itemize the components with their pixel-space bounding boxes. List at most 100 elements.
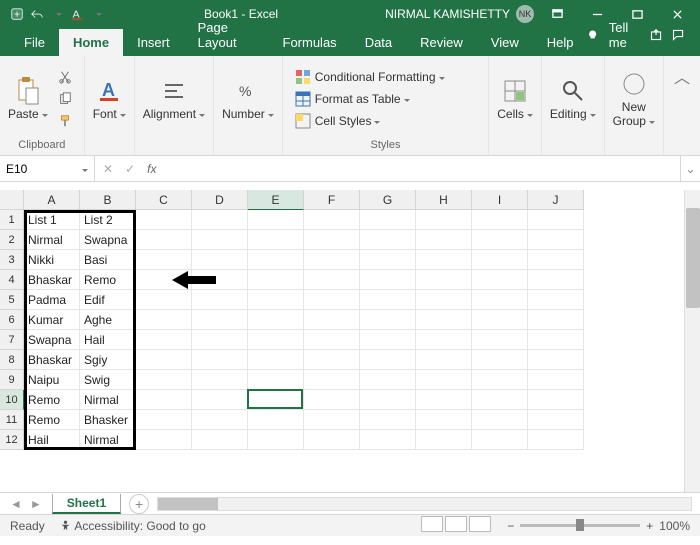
font-button[interactable]: A Font <box>93 77 126 121</box>
editing-button[interactable]: Editing <box>550 77 596 121</box>
cell[interactable] <box>528 230 584 250</box>
tab-view[interactable]: View <box>477 29 533 56</box>
cell[interactable] <box>360 270 416 290</box>
cell[interactable] <box>136 430 192 450</box>
cell[interactable] <box>192 250 248 270</box>
cell[interactable] <box>192 410 248 430</box>
cell[interactable] <box>416 230 472 250</box>
cell[interactable]: Bhaskar <box>24 350 80 370</box>
horizontal-scrollbar[interactable] <box>157 497 692 511</box>
cell[interactable] <box>360 310 416 330</box>
tab-insert[interactable]: Insert <box>123 29 184 56</box>
col-header-J[interactable]: J <box>528 190 584 210</box>
cell[interactable] <box>472 290 528 310</box>
cell[interactable] <box>416 330 472 350</box>
cell[interactable] <box>360 250 416 270</box>
cell[interactable] <box>416 390 472 410</box>
format-as-table-button[interactable]: Format as Table <box>291 89 480 109</box>
cell[interactable] <box>248 310 304 330</box>
cell[interactable] <box>192 370 248 390</box>
cell[interactable]: Remo <box>80 270 136 290</box>
cell[interactable] <box>528 390 584 410</box>
cell[interactable] <box>416 430 472 450</box>
cell[interactable] <box>304 350 360 370</box>
cell[interactable] <box>248 390 304 410</box>
cell[interactable]: Remo <box>24 390 80 410</box>
cell[interactable]: Basi <box>80 250 136 270</box>
cell[interactable] <box>472 210 528 230</box>
col-header-I[interactable]: I <box>472 190 528 210</box>
cell[interactable] <box>472 390 528 410</box>
zoom-control[interactable]: − + 100% <box>507 519 690 533</box>
cell[interactable] <box>136 310 192 330</box>
cell[interactable] <box>304 410 360 430</box>
cell[interactable] <box>248 270 304 290</box>
cell[interactable] <box>472 430 528 450</box>
tab-help[interactable]: Help <box>533 29 588 56</box>
cell[interactable] <box>136 230 192 250</box>
cell[interactable] <box>304 210 360 230</box>
cell[interactable] <box>248 350 304 370</box>
cell[interactable] <box>360 330 416 350</box>
cell[interactable] <box>528 290 584 310</box>
cell[interactable] <box>136 370 192 390</box>
col-header-F[interactable]: F <box>304 190 360 210</box>
name-box-input[interactable] <box>6 162 66 176</box>
cell[interactable] <box>304 290 360 310</box>
sheet-nav-prev-icon[interactable]: ◄ <box>10 497 22 511</box>
cell[interactable] <box>528 250 584 270</box>
cell[interactable] <box>304 270 360 290</box>
fx-icon[interactable]: fx <box>147 162 156 176</box>
cell[interactable] <box>304 250 360 270</box>
select-all-button[interactable] <box>0 190 24 210</box>
row-header-2[interactable]: 2 <box>0 230 24 250</box>
cell[interactable]: Aghe <box>80 310 136 330</box>
cell[interactable]: Nirmal <box>24 230 80 250</box>
enter-formula-icon[interactable]: ✓ <box>125 162 135 176</box>
col-header-E[interactable]: E <box>248 190 304 210</box>
cell[interactable] <box>136 250 192 270</box>
cell[interactable] <box>360 370 416 390</box>
cell[interactable] <box>528 330 584 350</box>
collapse-ribbon-button[interactable]: ︿ <box>664 56 700 96</box>
cell[interactable] <box>472 250 528 270</box>
cell[interactable] <box>304 310 360 330</box>
cell[interactable] <box>472 310 528 330</box>
cell[interactable] <box>248 230 304 250</box>
cell[interactable] <box>136 410 192 430</box>
cell[interactable] <box>416 410 472 430</box>
accessibility-status[interactable]: Accessibility: Good to go <box>59 519 206 533</box>
cell[interactable]: Swapna <box>24 330 80 350</box>
view-buttons[interactable] <box>421 516 493 535</box>
cell[interactable] <box>360 290 416 310</box>
cell[interactable] <box>192 330 248 350</box>
cell[interactable]: Remo <box>24 410 80 430</box>
cell[interactable] <box>360 410 416 430</box>
cell[interactable]: Bhasker <box>80 410 136 430</box>
row-header-11[interactable]: 11 <box>0 410 24 430</box>
sheet-nav-next-icon[interactable]: ► <box>30 497 42 511</box>
row-header-12[interactable]: 12 <box>0 430 24 450</box>
undo-icon[interactable] <box>30 7 44 21</box>
column-headers[interactable]: ABCDEFGHIJ <box>24 190 584 210</box>
cell[interactable] <box>472 410 528 430</box>
cell[interactable] <box>136 390 192 410</box>
cell[interactable] <box>416 310 472 330</box>
name-box[interactable] <box>0 156 95 181</box>
vertical-scroll-thumb[interactable] <box>686 208 700 308</box>
cell[interactable]: Padma <box>24 290 80 310</box>
cell[interactable] <box>472 350 528 370</box>
cell[interactable]: Swapna <box>80 230 136 250</box>
row-header-8[interactable]: 8 <box>0 350 24 370</box>
cell[interactable] <box>528 370 584 390</box>
cell[interactable] <box>528 350 584 370</box>
cell[interactable] <box>304 330 360 350</box>
row-header-7[interactable]: 7 <box>0 330 24 350</box>
cell[interactable] <box>248 290 304 310</box>
share-icon[interactable] <box>650 27 662 43</box>
row-header-6[interactable]: 6 <box>0 310 24 330</box>
cell[interactable]: List 1 <box>24 210 80 230</box>
cell[interactable]: Bhaskar <box>24 270 80 290</box>
col-header-A[interactable]: A <box>24 190 80 210</box>
cell[interactable] <box>304 390 360 410</box>
